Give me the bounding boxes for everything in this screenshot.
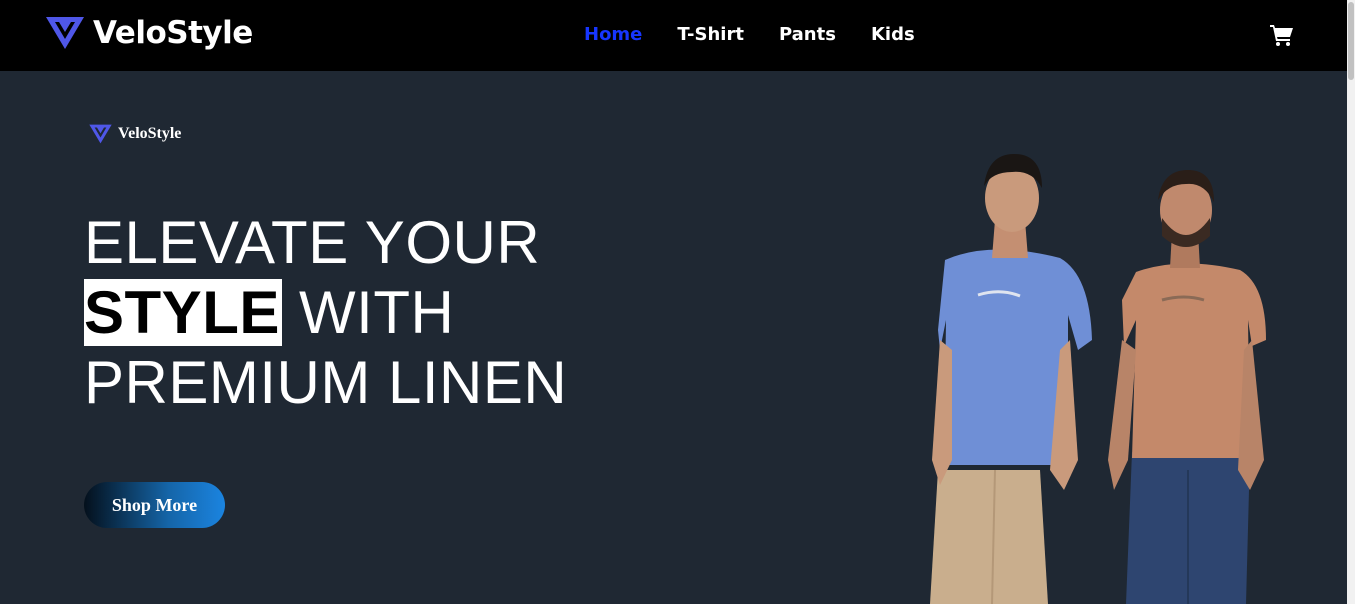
headline-highlight: STYLE xyxy=(84,279,282,346)
headline-line-1: ELEVATE YOUR xyxy=(84,209,541,276)
navbar: VeloStyle Home T-Shirt Pants Kids xyxy=(0,0,1347,71)
nav-link-kids[interactable]: Kids xyxy=(871,23,915,47)
scrollbar[interactable] xyxy=(1347,0,1355,604)
hero-brand: VeloStyle xyxy=(88,124,181,144)
cart-icon[interactable] xyxy=(1270,24,1294,46)
headline-line-3: PREMIUM LINEN xyxy=(84,349,568,416)
nav-links: Home T-Shirt Pants Kids xyxy=(584,23,950,47)
model-right xyxy=(1108,170,1266,604)
model-left xyxy=(930,154,1092,604)
scrollbar-thumb[interactable] xyxy=(1348,2,1354,80)
hero-brand-name: VeloStyle xyxy=(118,125,182,142)
models-image xyxy=(930,154,1266,604)
nav-link-home[interactable]: Home xyxy=(584,23,642,47)
brand-name: VeloStyle xyxy=(93,14,253,51)
nav-link-tshirt[interactable]: T-Shirt xyxy=(677,23,744,47)
headline-line-2: STYLE WITH xyxy=(84,278,644,348)
brand[interactable]: VeloStyle xyxy=(46,16,253,50)
headline-line-2-rest: WITH xyxy=(281,279,455,346)
nav-link-pants[interactable]: Pants xyxy=(779,23,836,47)
velostyle-logo-icon xyxy=(89,124,112,144)
velostyle-logo-icon xyxy=(46,17,84,49)
shop-more-button[interactable]: Shop More xyxy=(84,482,225,528)
hero-headline: ELEVATE YOUR STYLE WITH PREMIUM LINEN xyxy=(84,208,644,418)
